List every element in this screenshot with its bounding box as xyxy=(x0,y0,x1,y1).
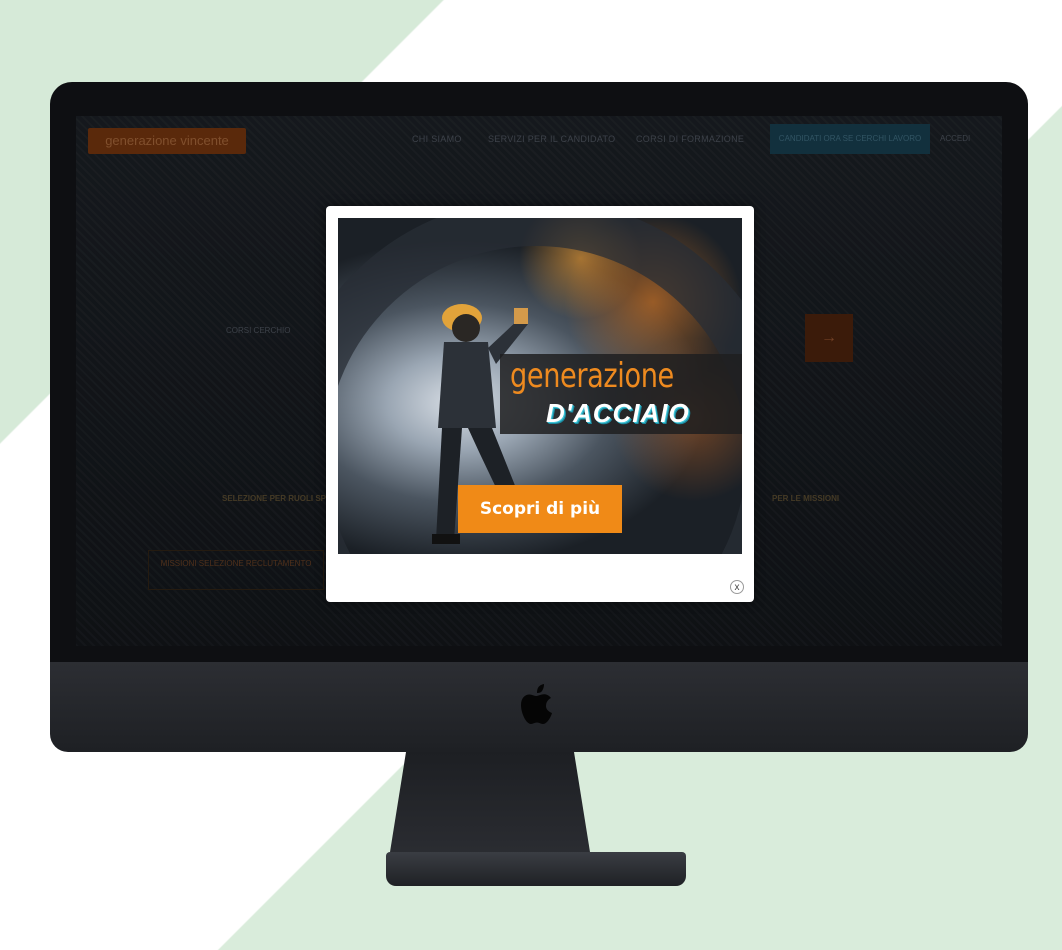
promo-title: generazione xyxy=(510,356,674,396)
apple-icon xyxy=(521,684,552,724)
monitor: generazione vincente CHI SIAMO SERVIZI P… xyxy=(50,82,1028,752)
promo-banner-image: generazione D'ACCIAIO Scopri di più xyxy=(338,218,742,554)
monitor-bezel: generazione vincente CHI SIAMO SERVIZI P… xyxy=(50,82,1028,662)
monitor-stand xyxy=(390,752,590,852)
promo-subtitle: D'ACCIAIO xyxy=(546,398,690,428)
close-icon[interactable]: x xyxy=(730,580,744,594)
monitor-screen: generazione vincente CHI SIAMO SERVIZI P… xyxy=(76,116,1002,646)
monitor-stand-base xyxy=(386,852,686,886)
scopri-di-piu-button[interactable]: Scopri di più xyxy=(458,485,622,533)
promo-popup: generazione D'ACCIAIO Scopri di più x xyxy=(326,206,754,602)
